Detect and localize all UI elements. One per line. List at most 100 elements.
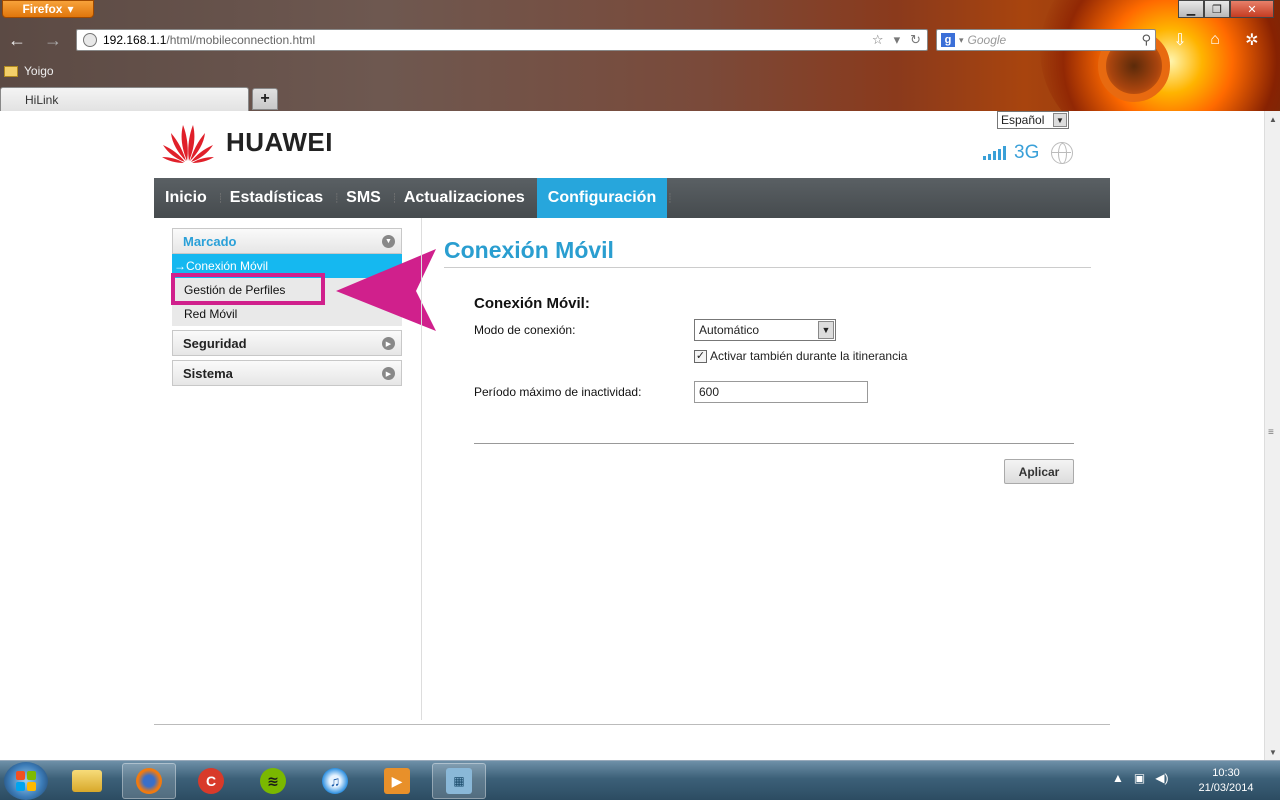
clock-date: 21/03/2014 [1198,782,1254,794]
history-dropdown-icon[interactable]: ▾ [894,32,901,48]
system-tray: ▲ ▣ ◀) [1112,771,1168,785]
huawei-logo: HUAWEI [160,121,333,163]
home-icon: ⌂ [1210,31,1220,48]
firefox-icon [136,768,162,794]
web-page: Español ▼ HUAWEI 3G Inicio ┊ Estadística… [0,111,1264,760]
search-icon[interactable]: ⚲ [1141,32,1151,48]
download-arrow-icon: ⇩ [1173,32,1187,49]
scroll-down-icon[interactable]: ▼ [1265,744,1280,760]
addon-button[interactable]: ✲ [1240,29,1264,51]
chevron-right-icon: ▶ [382,367,395,380]
taskbar-media-player[interactable]: ▶ [370,763,424,799]
chevron-right-icon: ▶ [382,337,395,350]
sidebar-group-label: Marcado [183,233,237,249]
close-window-button[interactable]: ✕ [1230,0,1274,18]
url-bar[interactable]: 192.168.1.1/html/mobileconnection.html ☆… [76,29,928,51]
sidebar-group-sistema[interactable]: Sistema ▶ [172,360,402,386]
content-divider [421,218,422,720]
idle-period-label: Período máximo de inactividad: [474,385,642,399]
network-icon[interactable]: ▣ [1134,771,1145,785]
start-button[interactable] [4,762,48,800]
folder-icon [72,770,102,792]
sidebar-group-seguridad[interactable]: Seguridad ▶ [172,330,402,356]
taskbar-itunes[interactable]: ♫ [308,763,362,799]
taskbar-spotify[interactable]: ≋ [246,763,300,799]
plus-icon: + [260,90,270,107]
taskbar-firefox[interactable] [122,763,176,799]
language-select[interactable]: Español ▼ [997,111,1069,129]
firefox-menu-label: Firefox [22,2,63,16]
taskbar-clock[interactable]: 10:30 21/03/2014 [1180,766,1272,796]
idle-period-input[interactable]: 600 [694,381,868,403]
nav-label: Inicio [165,189,207,206]
signal-strength-icon [983,146,1006,160]
control-panel-icon: ▦ [446,768,472,794]
bookmarks-toolbar: Yoigo [4,64,54,78]
url-path: /html/mobileconnection.html [166,33,316,47]
windows-logo-icon [16,771,36,791]
folder-icon [4,65,18,77]
home-button[interactable]: ⌂ [1203,29,1227,51]
roaming-checkbox[interactable]: ✓ [694,349,707,363]
back-button[interactable]: ← [6,29,28,51]
internet-globe-icon [1051,142,1074,164]
chevron-down-icon: ▾ [67,2,74,16]
connection-mode-value: Automático [699,323,760,337]
bookmark-star-icon[interactable]: ☆ [872,32,884,48]
windows-taskbar: C ≋ ♫ ▶ ▦ ▲ ▣ ◀) 10:30 21/03/2014 [0,760,1280,800]
bookmark-yoigo[interactable]: Yoigo [24,64,54,78]
itunes-icon: ♫ [322,768,348,794]
tab-hilink[interactable]: HiLink [0,87,249,111]
nav-configuracion[interactable]: Configuración [536,178,668,218]
minimize-button[interactable]: ▁ [1178,0,1204,18]
connection-mode-label: Modo de conexión: [474,323,576,337]
nav-inicio[interactable]: Inicio [154,178,218,218]
url-host: 192.168.1.1 [103,33,167,47]
nav-separator: ┊ [667,192,673,203]
maximize-button[interactable]: ❐ [1204,0,1230,18]
new-tab-button[interactable]: + [252,88,278,110]
vertical-scrollbar[interactable]: ▲ ≡ ▼ [1264,111,1280,760]
chevron-down-icon: ▼ [818,321,834,339]
spotify-icon: ≋ [260,768,286,794]
annotation-highlight-box [171,273,325,305]
sidebar-group-label: Seguridad [183,335,247,351]
connection-mode-select[interactable]: Automático ▼ [694,319,836,341]
network-type: 3G [1014,142,1040,163]
google-engine-icon[interactable]: g [941,33,955,47]
taskbar-explorer[interactable] [60,763,114,799]
nav-label: Estadísticas [229,189,324,206]
nav-label: SMS [346,189,381,206]
nav-actualizaciones[interactable]: Actualizaciones [393,178,536,218]
sidebar-item-label: Red Móvil [184,307,238,321]
forward-arrow-icon: → [44,29,62,50]
puzzle-icon: ✲ [1245,32,1259,49]
search-bar[interactable]: g ▾ Google ⚲ [936,29,1156,51]
reload-icon[interactable]: ↻ [910,32,921,48]
show-hidden-icons-icon[interactable]: ▲ [1112,771,1124,785]
taskbar-ccleaner[interactable]: C [184,763,238,799]
apply-button[interactable]: Aplicar [1004,459,1074,484]
chevron-down-icon: ▼ [1053,113,1067,127]
huawei-flower-icon [162,125,214,163]
site-identity-icon[interactable] [83,33,97,47]
volume-icon[interactable]: ◀) [1155,771,1168,785]
roaming-option: ✓ Activar también durante la itinerancia [694,349,907,363]
taskbar-control-panel[interactable]: ▦ [432,763,486,799]
tab-title: HiLink [25,93,59,107]
downloads-button[interactable]: ⇩ [1168,29,1192,51]
search-placeholder: Google [967,33,1007,47]
scroll-up-icon[interactable]: ▲ [1265,111,1280,127]
footer-divider [154,724,1110,725]
form-divider [474,443,1074,444]
nav-sms[interactable]: SMS [335,178,392,218]
forward-button[interactable]: → [42,29,64,51]
nav-label: Configuración [547,189,657,206]
firefox-menu-button[interactable]: Firefox ▾ [2,0,94,18]
back-arrow-icon: ← [8,29,26,50]
clock-time: 10:30 [1212,767,1240,779]
engine-dropdown-icon[interactable]: ▾ [959,35,964,46]
nav-estadisticas[interactable]: Estadísticas [219,178,334,218]
roaming-label: Activar también durante la itinerancia [710,349,908,363]
scroll-grip-icon[interactable]: ≡ [1268,428,1278,443]
